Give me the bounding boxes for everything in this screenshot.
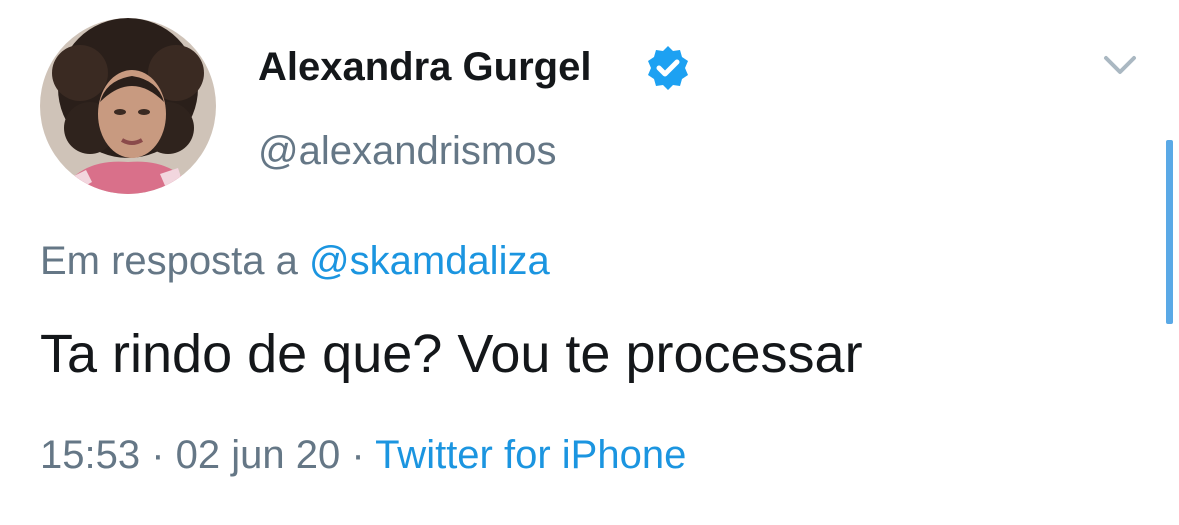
- tweet-source-link[interactable]: Twitter for iPhone: [375, 433, 686, 477]
- meta-separator: ·: [340, 433, 376, 477]
- tweet-time[interactable]: 15:53: [40, 433, 140, 477]
- reply-mention-link[interactable]: @skamdaliza: [309, 239, 550, 283]
- chevron-down-icon[interactable]: [1098, 46, 1142, 82]
- tweet-text: Ta rindo de que? Vou te processar: [40, 324, 863, 384]
- display-name[interactable]: Alexandra Gurgel: [258, 42, 591, 92]
- reply-prefix: Em resposta a: [40, 239, 310, 283]
- scroll-indicator[interactable]: [1166, 140, 1173, 324]
- username-handle[interactable]: @alexandrismos: [258, 126, 557, 176]
- meta-separator: ·: [140, 433, 176, 477]
- tweet-card: Alexandra Gurgel @alexandrismos Em respo…: [0, 0, 1179, 525]
- reply-context: Em resposta a @skamdaliza: [40, 236, 550, 286]
- avatar-image: [40, 18, 216, 194]
- avatar[interactable]: [40, 18, 216, 194]
- verified-badge-icon: [648, 46, 688, 90]
- tweet-date[interactable]: 02 jun 20: [176, 433, 341, 477]
- tweet-meta: 15:53 · 02 jun 20 · Twitter for iPhone: [40, 428, 686, 482]
